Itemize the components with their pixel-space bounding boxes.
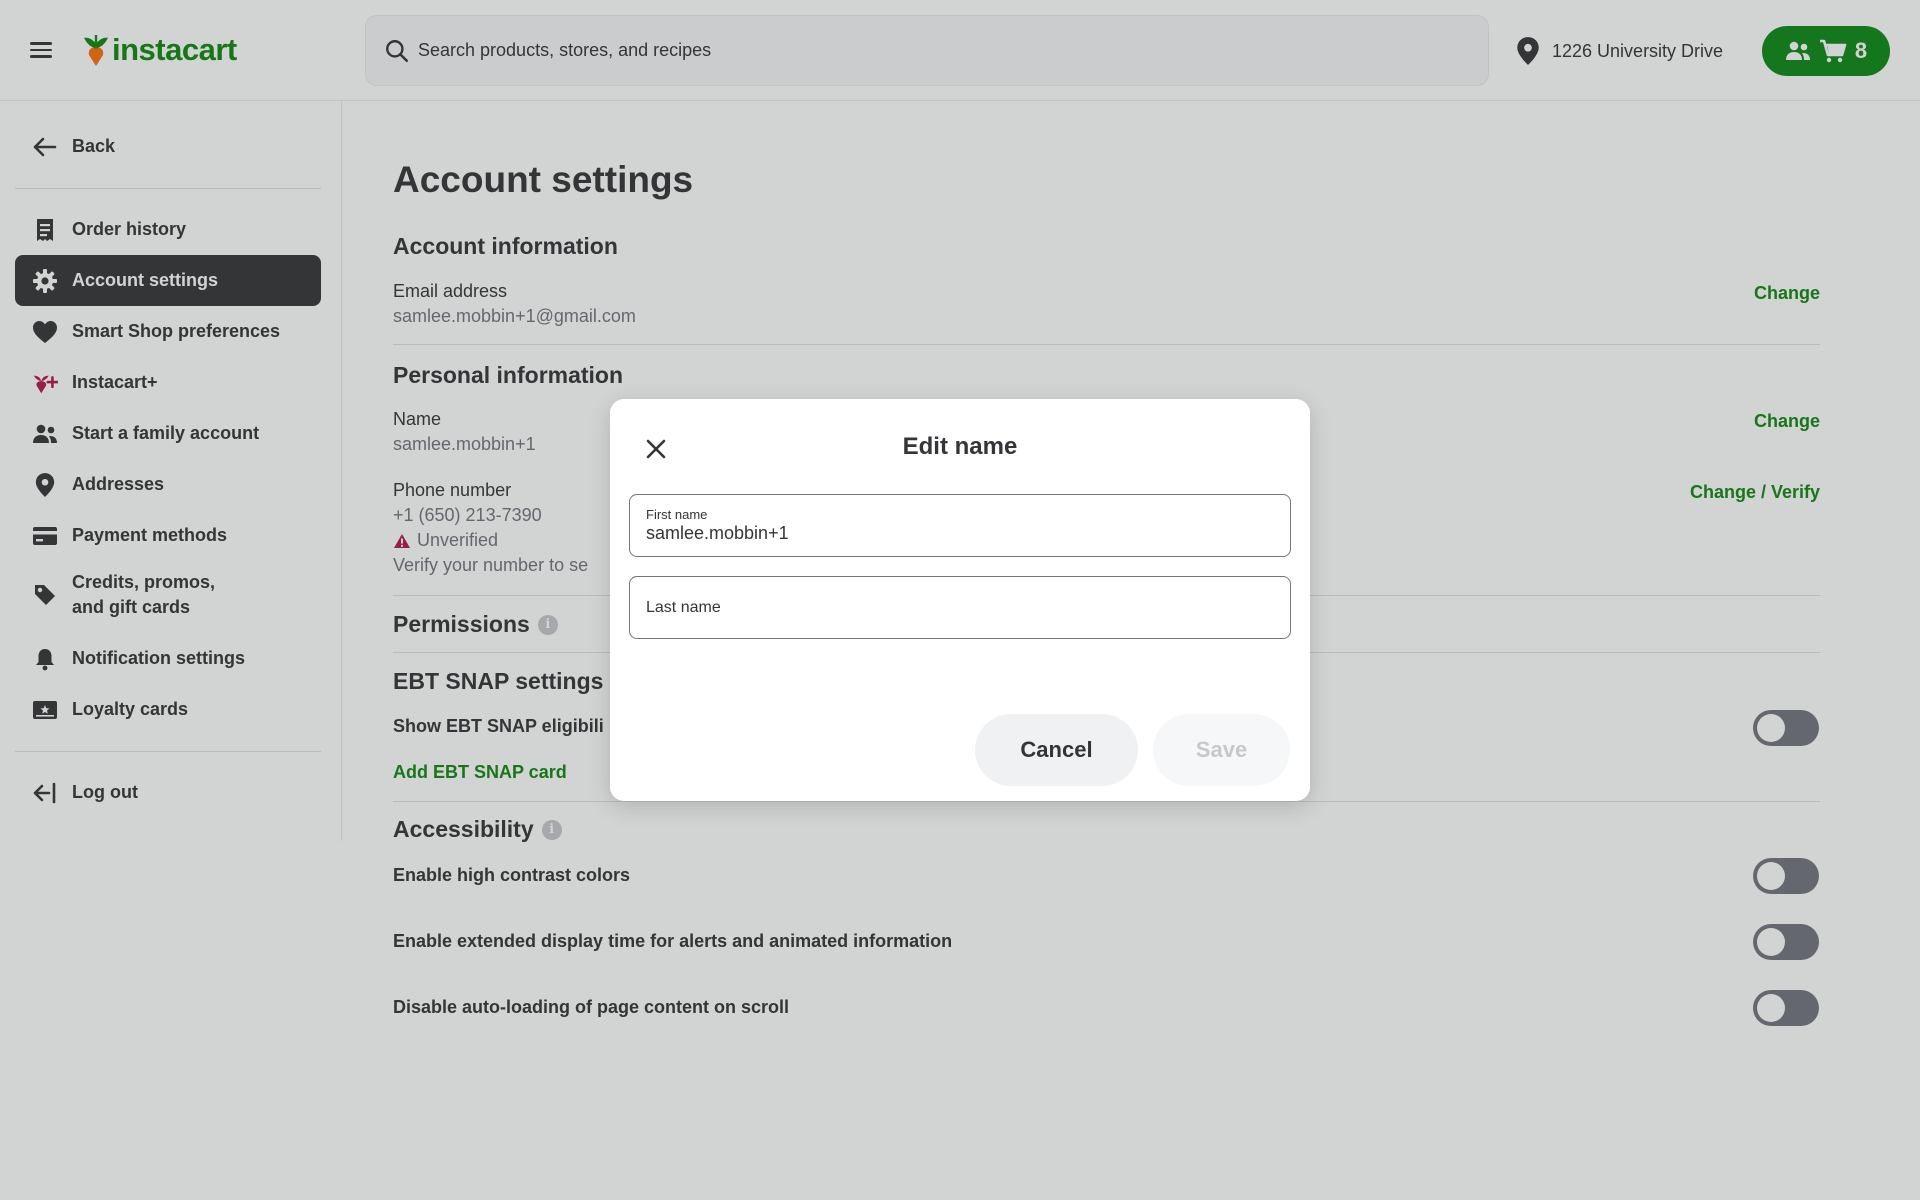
edit-name-dialog: Edit name First name samlee.mobbin+1 Las… [610,399,1310,801]
first-name-value: samlee.mobbin+1 [646,523,789,543]
first-name-field[interactable]: First name samlee.mobbin+1 [629,494,1291,557]
last-name-placeholder: Last name [646,599,721,616]
save-button[interactable]: Save [1153,714,1290,786]
dialog-title: Edit name [902,433,1018,460]
first-name-label: First name [646,507,708,522]
cancel-button[interactable]: Cancel [975,714,1138,786]
last-name-field[interactable]: Last name [629,576,1291,639]
